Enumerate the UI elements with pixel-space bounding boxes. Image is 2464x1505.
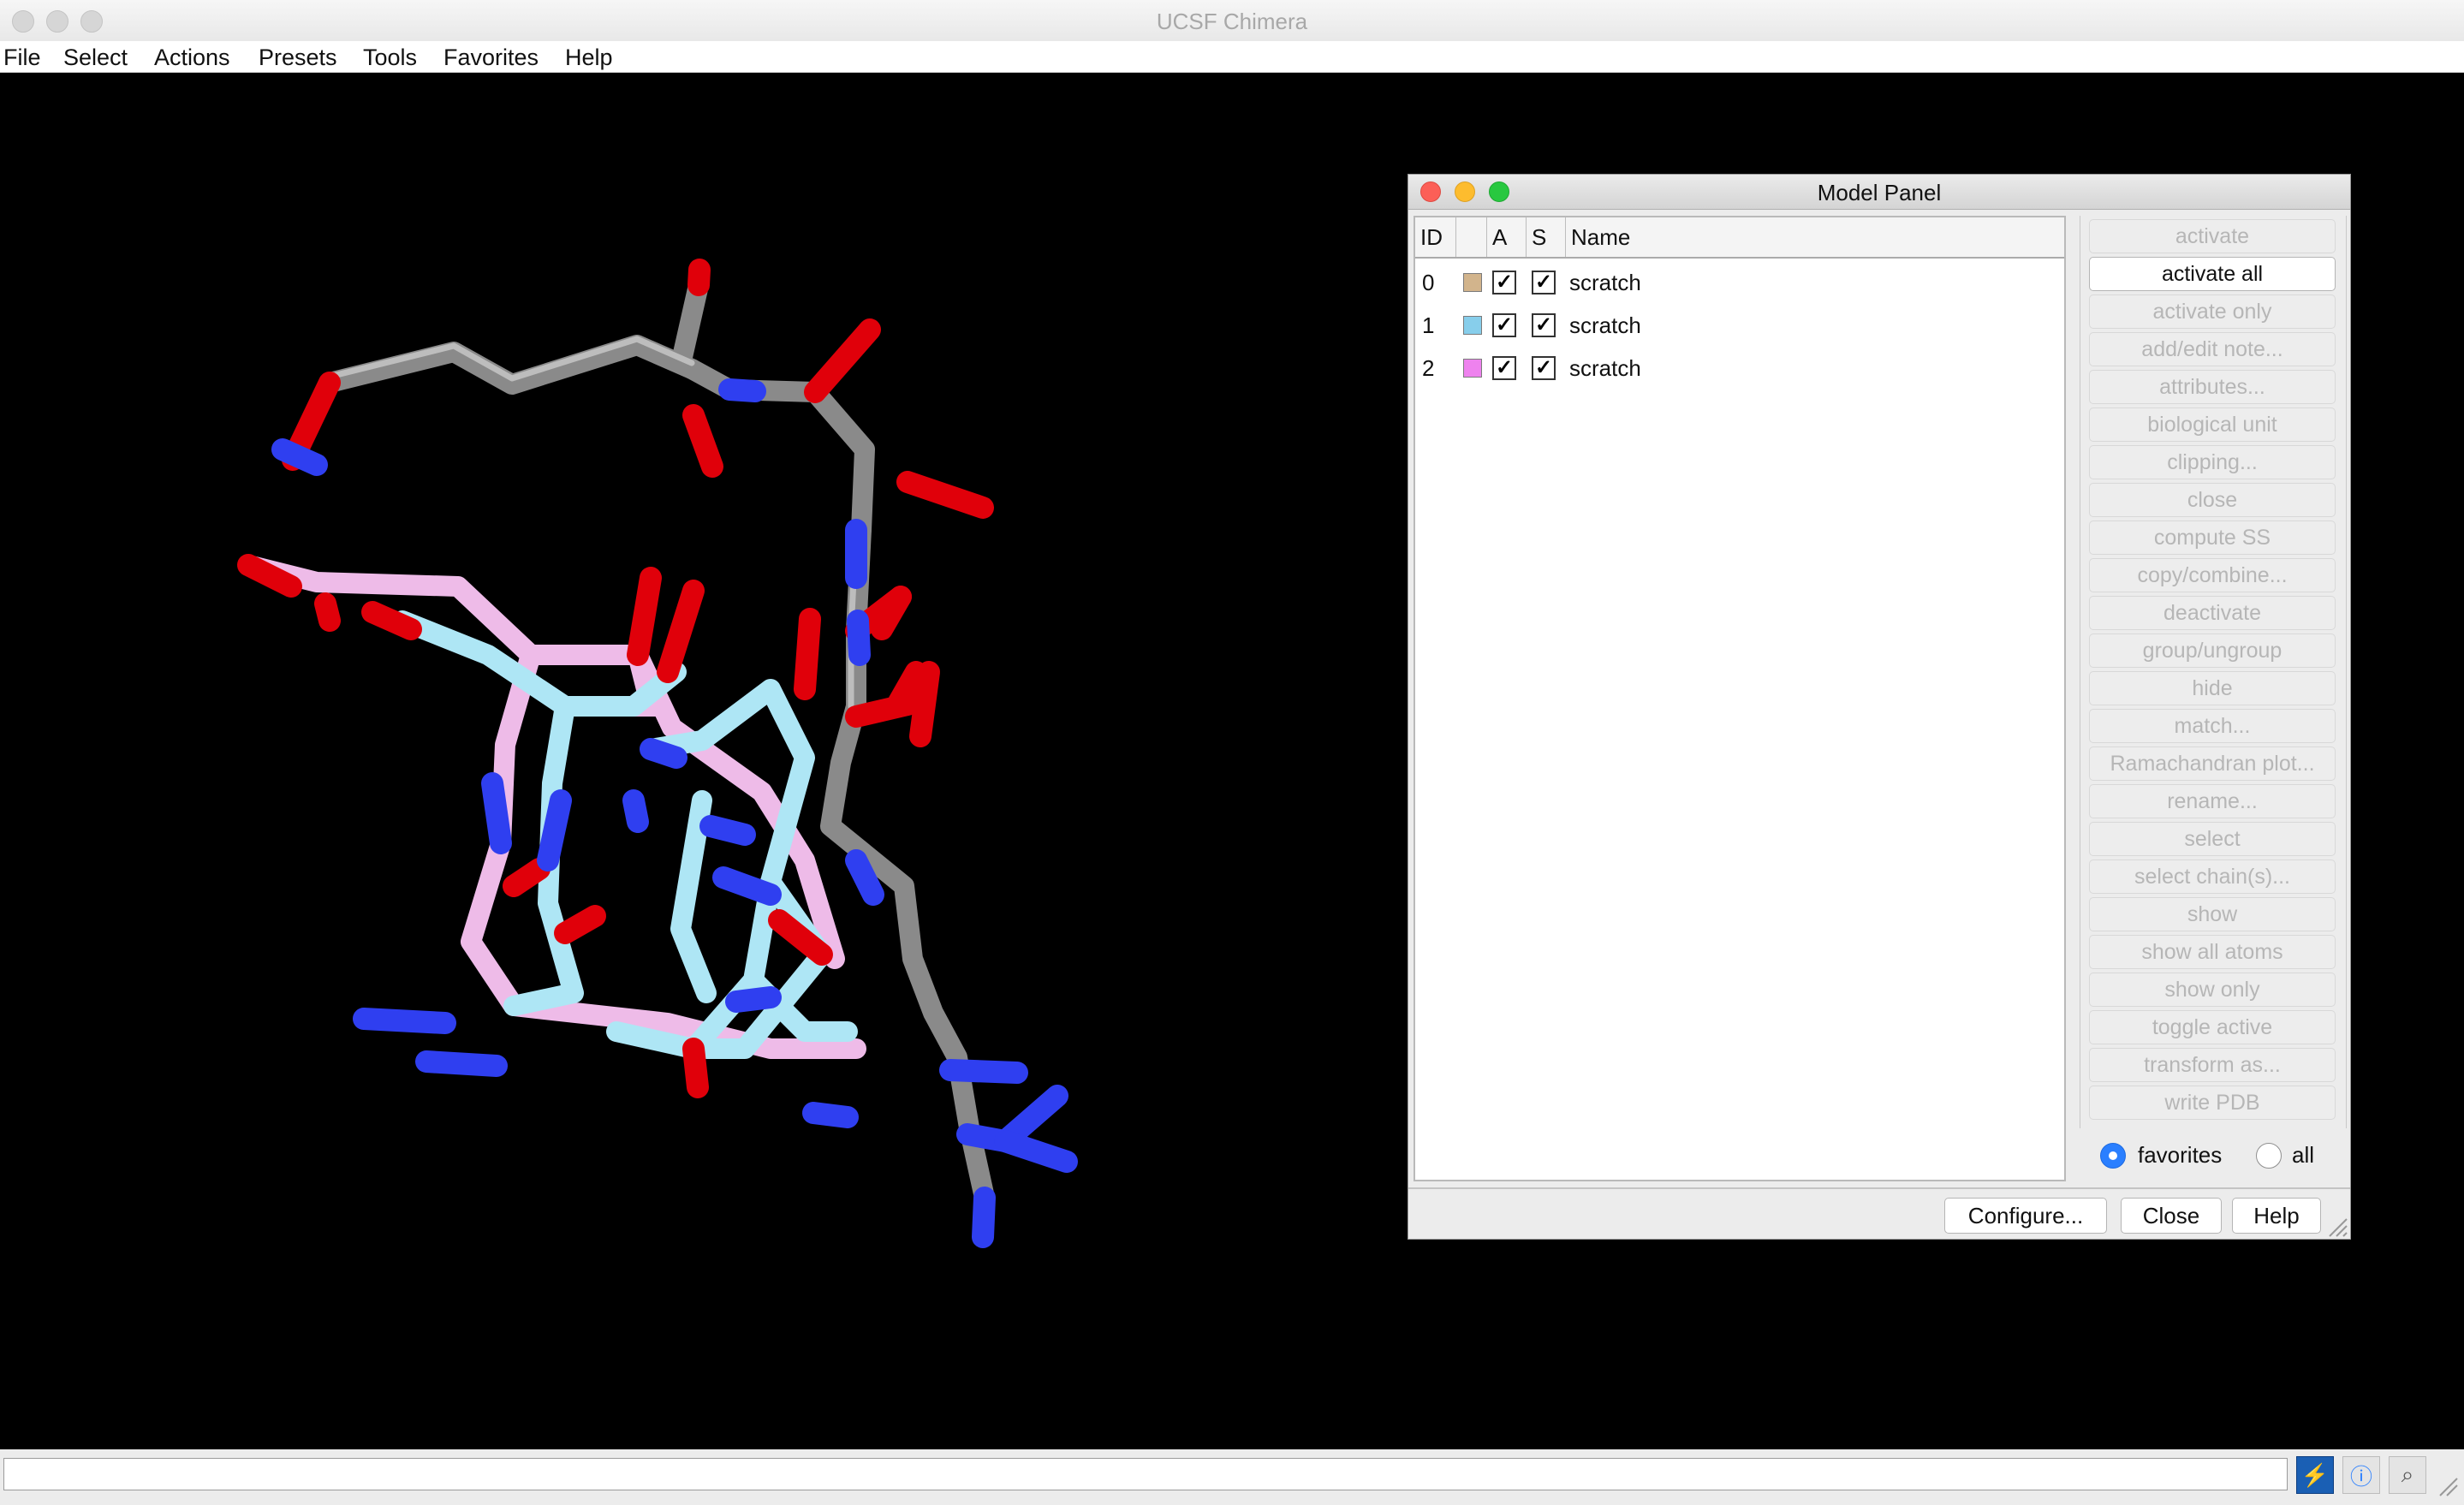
shown-checkbox[interactable]: ✓ <box>1532 313 1556 337</box>
menu-select[interactable]: Select <box>63 45 128 71</box>
column-active[interactable]: A <box>1487 217 1527 257</box>
model-name: scratch <box>1569 270 1641 295</box>
active-checkbox[interactable]: ✓ <box>1492 271 1516 294</box>
ramachandran-plot-button[interactable]: Ramachandran plot... <box>2089 747 2336 781</box>
info-icon[interactable]: ⓘ <box>2342 1456 2380 1494</box>
activate-button[interactable]: activate <box>2089 219 2336 253</box>
shown-checkbox[interactable]: ✓ <box>1532 271 1556 294</box>
show-only-button[interactable]: show only <box>2089 973 2336 1007</box>
model-color-swatch[interactable] <box>1463 273 1482 292</box>
copy-combine-button[interactable]: copy/combine... <box>2089 558 2336 592</box>
menubar: File Select Actions Presets Tools Favori… <box>0 41 2464 73</box>
help-button[interactable]: Help <box>2232 1198 2321 1234</box>
model-id: 1 <box>1422 312 1435 338</box>
command-button-list: activate activate all activate only add/… <box>2080 216 2347 1128</box>
footer-divider <box>1408 1187 2350 1189</box>
all-radio-label[interactable]: all <box>2292 1142 2314 1169</box>
select-button[interactable]: select <box>2089 822 2336 856</box>
resize-grip-icon[interactable] <box>2326 1216 2348 1238</box>
model-id: 2 <box>1422 355 1435 381</box>
radio-dot-icon <box>2109 1151 2117 1160</box>
model-name: scratch <box>1569 312 1641 338</box>
window-titlebar: UCSF Chimera <box>0 0 2464 42</box>
close-panel-button[interactable]: Close <box>2121 1198 2222 1234</box>
show-all-atoms-button[interactable]: show all atoms <box>2089 935 2336 969</box>
model-panel-titlebar[interactable]: Model Panel <box>1408 175 2350 210</box>
lightning-icon[interactable]: ⚡ <box>2296 1456 2334 1494</box>
model-table[interactable]: ID A S Name 0 ✓ ✓ scratch 1 ✓ ✓ scratch … <box>1414 216 2066 1181</box>
activate-all-button[interactable]: activate all <box>2089 257 2336 291</box>
model-panel-dialog: Model Panel ID A S Name 0 ✓ ✓ scratch 1 … <box>1408 174 2351 1240</box>
model-color-swatch[interactable] <box>1463 359 1482 378</box>
model-id: 0 <box>1422 270 1435 295</box>
attributes-button[interactable]: attributes... <box>2089 370 2336 404</box>
active-checkbox[interactable]: ✓ <box>1492 356 1516 380</box>
menu-actions[interactable]: Actions <box>154 45 230 71</box>
favorites-radio[interactable] <box>2100 1143 2126 1169</box>
rename-button[interactable]: rename... <box>2089 784 2336 818</box>
transform-as-button[interactable]: transform as... <box>2089 1048 2336 1082</box>
biological-unit-button[interactable]: biological unit <box>2089 407 2336 442</box>
hide-button[interactable]: hide <box>2089 671 2336 705</box>
table-row[interactable]: 2 ✓ ✓ scratch <box>1415 348 2064 389</box>
show-button[interactable]: show <box>2089 897 2336 931</box>
window-title: UCSF Chimera <box>1156 9 1308 34</box>
model-color-swatch[interactable] <box>1463 316 1482 335</box>
model-name: scratch <box>1569 355 1641 381</box>
write-pdb-button[interactable]: write PDB <box>2089 1086 2336 1120</box>
model-table-header: ID A S Name <box>1415 217 2064 259</box>
command-line-input[interactable] <box>3 1458 2288 1490</box>
activate-only-button[interactable]: activate only <box>2089 294 2336 329</box>
clipping-button[interactable]: clipping... <box>2089 445 2336 479</box>
toggle-active-button[interactable]: toggle active <box>2089 1010 2336 1044</box>
compute-ss-button[interactable]: compute SS <box>2089 521 2336 555</box>
select-chains-button[interactable]: select chain(s)... <box>2089 860 2336 894</box>
column-name[interactable]: Name <box>1566 217 2064 257</box>
active-checkbox[interactable]: ✓ <box>1492 313 1516 337</box>
column-id[interactable]: ID <box>1415 217 1456 257</box>
all-radio[interactable] <box>2256 1143 2282 1169</box>
column-color[interactable] <box>1456 217 1487 257</box>
model-panel-title: Model Panel <box>1817 180 1942 205</box>
configure-button[interactable]: Configure... <box>1944 1198 2107 1234</box>
match-button[interactable]: match... <box>2089 709 2336 743</box>
table-row[interactable]: 1 ✓ ✓ scratch <box>1415 305 2064 346</box>
menu-help[interactable]: Help <box>565 45 613 71</box>
window-resize-grip-icon[interactable] <box>2437 1475 2459 1497</box>
menu-tools[interactable]: Tools <box>363 45 417 71</box>
status-bar: ⚡ ⓘ ⌕ <box>0 1449 2464 1505</box>
menu-favorites[interactable]: Favorites <box>443 45 539 71</box>
magnifier-icon[interactable]: ⌕ <box>2389 1456 2426 1494</box>
column-shown[interactable]: S <box>1527 217 1566 257</box>
favorites-radio-label[interactable]: favorites <box>2138 1142 2222 1169</box>
menu-presets[interactable]: Presets <box>259 45 337 71</box>
add-edit-note-button[interactable]: add/edit note... <box>2089 332 2336 366</box>
group-ungroup-button[interactable]: group/ungroup <box>2089 634 2336 668</box>
table-row[interactable]: 0 ✓ ✓ scratch <box>1415 262 2064 303</box>
deactivate-button[interactable]: deactivate <box>2089 596 2336 630</box>
shown-checkbox[interactable]: ✓ <box>1532 356 1556 380</box>
close-model-button[interactable]: close <box>2089 483 2336 517</box>
menu-file[interactable]: File <box>3 45 41 71</box>
